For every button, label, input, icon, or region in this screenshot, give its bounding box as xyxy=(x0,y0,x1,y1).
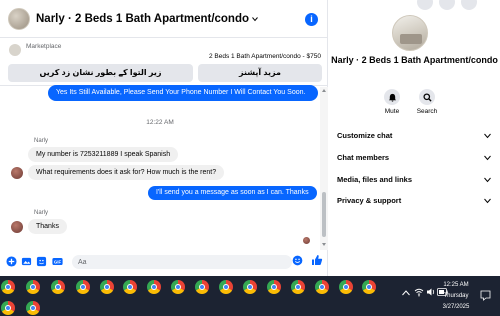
media-files-links-row[interactable]: Media, files and links xyxy=(337,172,493,188)
mute-label: Mute xyxy=(384,108,400,115)
chrome-taskbar-icon[interactable] xyxy=(76,280,90,294)
menu-label: Chat members xyxy=(337,153,390,162)
mark-pending-button[interactable]: زیر التوا کے بطور نشان زد کریں xyxy=(8,64,193,82)
marketplace-label: Marketplace xyxy=(26,43,62,50)
chat-header: Narly · 2 Beds 1 Bath Apartment/condo i xyxy=(0,0,328,38)
chrome-taskbar-icon[interactable] xyxy=(123,280,137,294)
chevron-down-icon xyxy=(484,198,491,204)
chevron-down-icon[interactable] xyxy=(252,16,258,22)
search-icon xyxy=(422,92,432,102)
chat-members-row[interactable]: Chat members xyxy=(337,150,493,166)
sender-name: Narly xyxy=(34,210,49,216)
chrome-taskbar-icon[interactable] xyxy=(243,280,257,294)
chrome-taskbar-icon[interactable] xyxy=(171,280,185,294)
chrome-taskbar-icon[interactable] xyxy=(26,280,40,294)
info-icon[interactable]: i xyxy=(305,13,318,26)
menu-label: Privacy & support xyxy=(337,196,402,205)
gif-icon[interactable]: GIF xyxy=(52,256,63,267)
chat-info-pane: Narly · 2 Beds 1 Bath Apartment/condo Mu… xyxy=(329,0,500,276)
message-input[interactable] xyxy=(72,255,292,269)
chrome-taskbar-icon[interactable] xyxy=(1,301,15,315)
message-incoming[interactable]: My number is 7253211889 I speak Spanish xyxy=(28,147,179,162)
bell-icon xyxy=(388,93,396,102)
chrome-taskbar-icon[interactable] xyxy=(315,280,329,294)
sender-name: Narly xyxy=(34,138,49,144)
message-outgoing[interactable]: Yes Its Still Available, Please Send You… xyxy=(48,85,318,101)
chrome-taskbar-icon[interactable] xyxy=(195,280,209,294)
search-button[interactable] xyxy=(419,89,435,105)
privacy-support-row[interactable]: Privacy & support xyxy=(337,193,493,209)
scroll-thumb[interactable] xyxy=(322,192,326,237)
thumbs-up-icon[interactable] xyxy=(311,254,323,266)
chrome-taskbar-icon[interactable] xyxy=(267,280,281,294)
more-options-button[interactable]: مزید آپشنز xyxy=(198,64,322,82)
scroll-down-icon[interactable] xyxy=(322,243,326,246)
chrome-taskbar-icon[interactable] xyxy=(219,280,233,294)
read-receipt-avatar xyxy=(303,237,310,244)
chrome-taskbar-icon[interactable] xyxy=(26,301,40,315)
wifi-icon[interactable] xyxy=(414,287,424,297)
chevron-up-icon[interactable] xyxy=(402,290,410,296)
menu-label: Media, files and links xyxy=(337,175,413,184)
menu-label: Customize chat xyxy=(337,131,393,140)
emoji-icon[interactable] xyxy=(292,255,303,266)
chrome-taskbar-icon[interactable] xyxy=(362,280,376,294)
message-incoming[interactable]: What requirements does it ask for? How m… xyxy=(28,165,225,180)
mute-button[interactable] xyxy=(384,89,400,105)
clock-day[interactable]: Thursday xyxy=(436,293,476,299)
chrome-taskbar-icon[interactable] xyxy=(100,280,114,294)
search-label: Search xyxy=(416,108,438,115)
chrome-taskbar-icon[interactable] xyxy=(339,280,353,294)
notification-icon[interactable] xyxy=(480,290,491,301)
speaker-icon[interactable] xyxy=(426,287,436,297)
window-control[interactable] xyxy=(439,0,455,10)
window-control[interactable] xyxy=(417,0,433,10)
chevron-down-icon xyxy=(484,133,491,139)
sticker-icon[interactable] xyxy=(36,256,47,267)
clock-date[interactable]: 3/27/2025 xyxy=(436,304,476,310)
chat-title[interactable]: Narly · 2 Beds 1 Bath Apartment/condo xyxy=(36,13,249,25)
message-incoming[interactable]: Thanks xyxy=(28,219,67,234)
chevron-down-icon xyxy=(484,155,491,161)
chat-pane: Narly · 2 Beds 1 Bath Apartment/condo i … xyxy=(0,0,328,276)
info-title: Narly · 2 Beds 1 Bath Apartment/condo xyxy=(331,55,498,65)
chevron-down-icon xyxy=(484,177,491,183)
chrome-taskbar-icon[interactable] xyxy=(147,280,161,294)
timestamp-separator: 12:22 AM xyxy=(146,119,174,126)
plus-icon[interactable] xyxy=(6,256,17,267)
window-control[interactable] xyxy=(461,0,477,10)
scroll-up-icon[interactable] xyxy=(322,89,326,92)
svg-text:GIF: GIF xyxy=(54,259,62,264)
chrome-taskbar-icon[interactable] xyxy=(1,280,15,294)
avatar[interactable] xyxy=(11,167,23,179)
photo-icon[interactable] xyxy=(21,256,32,267)
clock-time[interactable]: 12:25 AM xyxy=(436,282,476,288)
marketplace-icon xyxy=(9,44,21,56)
message-outgoing[interactable]: I'll send you a message as soon as I can… xyxy=(148,186,317,200)
customize-chat-row[interactable]: Customize chat xyxy=(337,128,493,144)
chrome-taskbar-icon[interactable] xyxy=(291,280,305,294)
listing-avatar[interactable] xyxy=(392,15,428,51)
avatar[interactable] xyxy=(11,221,23,233)
listing-title[interactable]: 2 Beds 1 Bath Apartment/condo - $750 xyxy=(209,53,321,60)
chrome-taskbar-icon[interactable] xyxy=(51,280,65,294)
avatar[interactable] xyxy=(8,7,30,30)
